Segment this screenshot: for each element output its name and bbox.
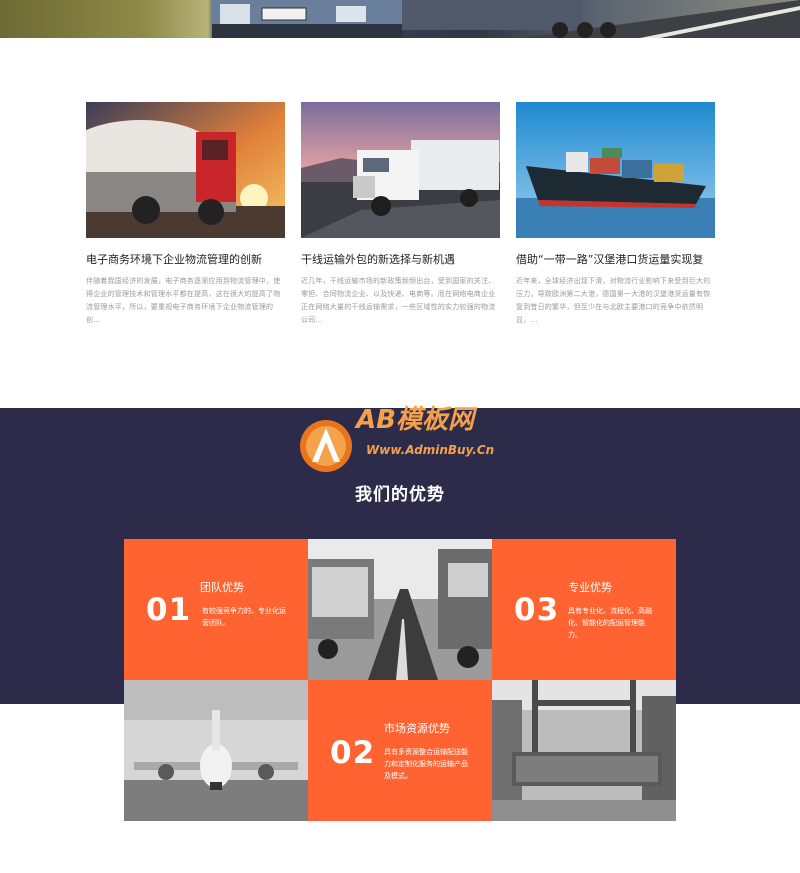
section-title: 我们的优势 <box>355 485 445 505</box>
svg-text:Www.AdminBuy.Cn: Www.AdminBuy.Cn <box>366 443 494 457</box>
news-title[interactable]: 电子商务环境下企业物流管理的创新 <box>86 253 285 267</box>
advantage-number: 03 <box>514 592 560 628</box>
advantage-number: 01 <box>146 592 192 628</box>
advantage-desc: 具有专业化、流程化、高融化、智能化的配运管理能力。 <box>568 607 652 639</box>
tanker-truck-image <box>86 102 285 238</box>
advantage-card-professional[interactable]: 03 专业优势 具有专业化、流程化、高融化、智能化的配运管理能力。 <box>492 539 676 680</box>
news-desc: 近几年，干线运输市场的新政策频频出台，受到国家的关注、零担、合同物流企业、以及快… <box>301 277 496 324</box>
news-card[interactable]: 借助“一带一路”汉堡港口货运量实现复 近年来，全球经济出现下滑，对物流行业影响下… <box>516 102 715 331</box>
advantage-desc: 具有多资源整合运输配送能力和定制化服务的运输产品及模式。 <box>384 748 468 780</box>
advantage-card-team[interactable]: 01 团队优势 有较强竞争力的、专业化运营团队。 <box>124 539 308 680</box>
news-desc: 近年来，全球经济出现下滑，对物流行业影响下来受到巨大的压力，导致欧洲第二大港，德… <box>516 277 711 324</box>
news-title[interactable]: 借助“一带一路”汉堡港口货运量实现复 <box>516 253 715 267</box>
advantage-card-market[interactable]: 02 市场资源优势 具有多资源整合运输配送能力和定制化服务的运输产品及模式。 <box>308 680 492 821</box>
advantage-desc: 有较强竞争力的、专业化运营团队。 <box>202 607 286 627</box>
news-card[interactable]: 干线运输外包的新选择与新机遇 近几年，干线运输市场的新政策频频出台，受到国家的关… <box>301 102 500 331</box>
advantages-grid: 01 团队优势 有较强竞争力的、专业化运营团队。 03 专业优势 具有专业化、流… <box>124 539 676 821</box>
hero-banner-image <box>0 0 800 38</box>
news-title[interactable]: 干线运输外包的新选择与新机遇 <box>301 253 500 267</box>
trucks-road-image <box>308 539 492 680</box>
advantage-title: 团队优势 <box>200 581 244 594</box>
watermark-logo: AB模板网 Www.AdminBuy.Cn <box>296 392 516 476</box>
container-ship-image <box>516 102 715 238</box>
news-card[interactable]: 电子商务环境下企业物流管理的创新 伴随着我国经济的发展，电子商务逐渐应用到物流管… <box>86 102 285 331</box>
news-list: 电子商务环境下企业物流管理的创新 伴随着我国经济的发展，电子商务逐渐应用到物流管… <box>86 102 715 342</box>
semi-truck-image <box>301 102 500 238</box>
advantage-title: 市场资源优势 <box>384 722 450 735</box>
container-port-image <box>492 680 676 821</box>
airplane-image <box>124 680 308 821</box>
advantage-title: 专业优势 <box>568 581 612 594</box>
advantage-number: 02 <box>330 735 376 771</box>
news-desc: 伴随着我国经济的发展，电子商务逐渐应用到物流管理中，使得企业的管理技术和管理水平… <box>86 277 281 324</box>
svg-text:AB模板网: AB模板网 <box>354 405 478 435</box>
